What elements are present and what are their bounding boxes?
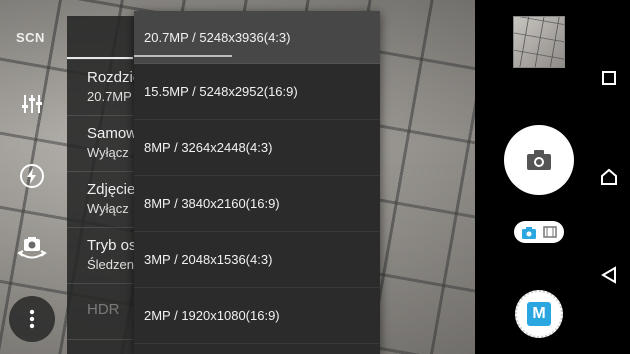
photo-video-switch[interactable] — [514, 221, 564, 243]
manual-mode-label: M — [527, 302, 551, 326]
recent-apps-icon[interactable] — [597, 66, 621, 90]
more-vertical-icon — [29, 309, 35, 329]
switch-camera-icon[interactable] — [16, 232, 48, 264]
camera-controls: M — [475, 0, 587, 354]
home-icon[interactable] — [597, 165, 621, 189]
resolution-option[interactable]: 15.5MP / 5248x2952(16:9) — [134, 64, 380, 120]
resolution-option[interactable]: 2MP / 1920x1080(16:9) — [134, 288, 380, 344]
settings-tab-indicator — [67, 57, 133, 59]
photo-mode-icon — [522, 226, 536, 239]
more-options-button[interactable] — [9, 296, 55, 342]
navigation-bar — [587, 0, 630, 354]
last-photo-thumbnail[interactable] — [513, 16, 565, 68]
camera-icon — [527, 150, 551, 170]
video-mode-icon — [543, 226, 557, 238]
scene-mode-label[interactable]: SCN — [16, 30, 45, 45]
back-icon[interactable] — [597, 263, 621, 287]
resolution-dropdown: 20.7MP / 5248x3936(4:3) 15.5MP / 5248x29… — [134, 11, 380, 354]
manual-mode-button[interactable]: M — [515, 290, 563, 338]
resolution-option[interactable]: 8MP / 3264x2448(4:3) — [134, 120, 380, 176]
resolution-option[interactable]: 8MP / 3840x2160(16:9) — [134, 176, 380, 232]
flash-auto-icon[interactable] — [16, 160, 48, 192]
left-control-strip: SCN — [0, 0, 66, 354]
sliders-icon[interactable] — [16, 88, 48, 120]
shutter-button[interactable] — [504, 125, 574, 195]
resolution-option[interactable]: 3MP / 2048x1536(4:3) — [134, 232, 380, 288]
resolution-option-selected[interactable]: 20.7MP / 5248x3936(4:3) — [134, 11, 380, 64]
